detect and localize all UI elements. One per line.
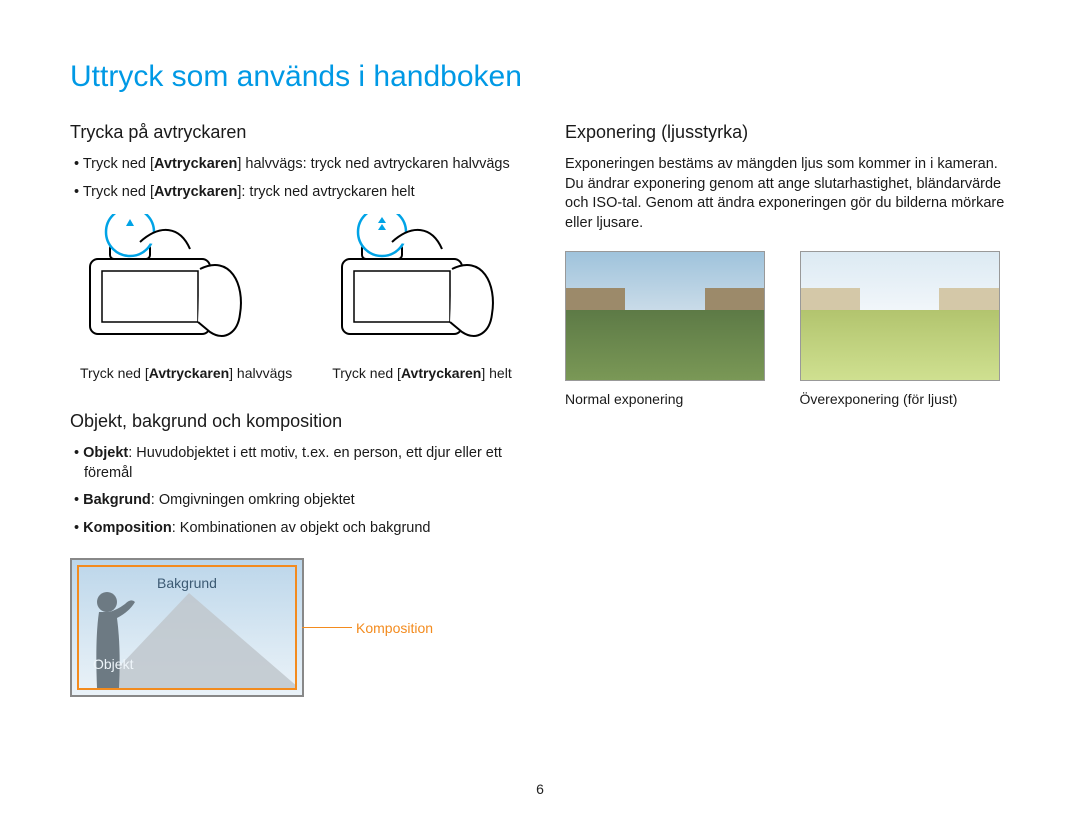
text: : Omgivningen omkring objektet	[151, 492, 355, 508]
label-bakgrund: Bakgrund	[157, 575, 217, 591]
shutter-illustrations: Tryck ned [Avtryckaren] halvvägs T	[80, 214, 515, 381]
text: ] halvvägs	[229, 365, 292, 381]
composition-bullets: Objekt: Huvudobjektet i ett motiv, t.ex.…	[70, 444, 515, 538]
left-column: Trycka på avtryckaren Tryck ned [Avtryck…	[70, 122, 515, 697]
composition-callout: Komposition	[302, 620, 433, 636]
shutter-bullets: Tryck ned [Avtryckaren] halvvägs: tryck …	[70, 155, 515, 202]
exposure-heading: Exponering (ljusstyrka)	[565, 122, 1010, 143]
callout-line	[302, 627, 352, 628]
figure-overexposure: Överexponering (för ljust)	[800, 251, 1011, 407]
caption-over: Överexponering (för ljust)	[800, 391, 1011, 407]
text-bold: Avtryckaren	[401, 365, 481, 381]
bullet-komposition: Komposition: Kombinationen av objekt och…	[74, 519, 515, 539]
figure-normal-exposure: Normal exponering	[565, 251, 776, 407]
text: Tryck ned [	[83, 184, 154, 200]
text: : Kombinationen av objekt och bakgrund	[172, 520, 431, 536]
figure-full-press: Tryck ned [Avtryckaren] helt	[332, 214, 512, 381]
exposure-examples: Normal exponering Överexponering (för lj…	[565, 251, 1010, 407]
text: ] helt	[481, 365, 511, 381]
text: Tryck ned [	[332, 365, 401, 381]
text-bold: Bakgrund	[83, 492, 151, 508]
text: : Huvudobjektet i ett motiv, t.ex. en pe…	[84, 445, 502, 481]
text-bold: Avtryckaren	[149, 365, 229, 381]
composition-diagram: Bakgrund Objekt Komposition	[70, 558, 304, 697]
text: ] halvvägs: tryck ned avtryckaren halvvä…	[237, 156, 509, 172]
caption-normal: Normal exponering	[565, 391, 776, 407]
text-bold: Objekt	[83, 445, 128, 461]
text-bold: Avtryckaren	[154, 156, 237, 172]
bullet-full-press: Tryck ned [Avtryckaren]: tryck ned avtry…	[74, 183, 515, 203]
text: ]: tryck ned avtryckaren helt	[237, 184, 414, 200]
text-bold: Komposition	[83, 520, 172, 536]
figure-half-press: Tryck ned [Avtryckaren] halvvägs	[80, 214, 292, 381]
photo-overexposed	[800, 251, 1000, 381]
right-column: Exponering (ljusstyrka) Exponeringen bes…	[565, 122, 1010, 697]
exposure-paragraph: Exponeringen bestäms av mängden ljus som…	[565, 155, 1010, 233]
photo-normal	[565, 251, 765, 381]
composition-heading: Objekt, bakgrund och komposition	[70, 411, 515, 432]
composition-frame: Bakgrund Objekt	[77, 565, 297, 690]
person-silhouette-icon	[85, 588, 145, 688]
page-title: Uttryck som används i handboken	[70, 60, 1010, 94]
bullet-half-press: Tryck ned [Avtryckaren] halvvägs: tryck …	[74, 155, 515, 175]
page-number: 6	[536, 781, 544, 797]
content-columns: Trycka på avtryckaren Tryck ned [Avtryck…	[70, 122, 1010, 697]
camera-full-press-icon	[332, 214, 512, 354]
label-komposition: Komposition	[356, 620, 433, 636]
bullet-objekt: Objekt: Huvudobjektet i ett motiv, t.ex.…	[74, 444, 515, 483]
camera-half-press-icon	[80, 214, 260, 354]
shutter-heading: Trycka på avtryckaren	[70, 122, 515, 143]
label-objekt: Objekt	[93, 656, 133, 672]
caption-full-press: Tryck ned [Avtryckaren] helt	[332, 365, 512, 381]
text-bold: Avtryckaren	[154, 184, 237, 200]
text: Tryck ned [	[80, 365, 149, 381]
caption-half-press: Tryck ned [Avtryckaren] halvvägs	[80, 365, 292, 381]
bullet-bakgrund: Bakgrund: Omgivningen omkring objektet	[74, 491, 515, 511]
text: Tryck ned [	[83, 156, 154, 172]
